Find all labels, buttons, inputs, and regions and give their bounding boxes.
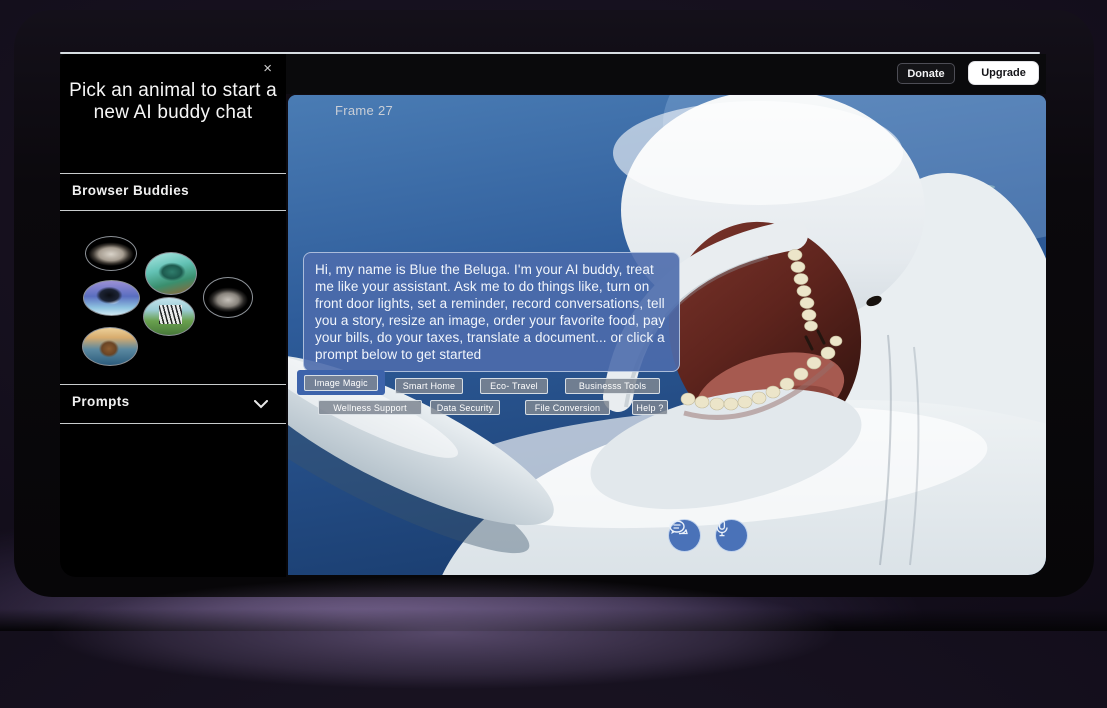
buddy-avatar-sea-turtle[interactable]: [145, 252, 197, 295]
buddy-avatar-zebra[interactable]: [143, 297, 195, 336]
divider: [60, 173, 286, 174]
close-icon[interactable]: ×: [263, 61, 272, 76]
donate-button[interactable]: Donate: [897, 63, 955, 84]
chevron-down-icon: [254, 397, 268, 412]
buddy-avatar-orca[interactable]: [83, 280, 140, 316]
sidebar-title: Pick an animal to start a new AI buddy c…: [60, 80, 286, 124]
prompt-button-image-magic[interactable]: Image Magic: [304, 375, 378, 391]
chat-stage: Frame 27 Hi, my name is Blue the Beluga.…: [288, 95, 1046, 575]
prompt-button-file-conversion[interactable]: File Conversion: [525, 400, 610, 415]
divider: [60, 423, 286, 424]
voice-input-button[interactable]: [715, 519, 748, 552]
prompts-heading-label: Prompts: [72, 394, 130, 409]
buddy-avatar-otter[interactable]: [82, 327, 138, 366]
text-chat-button[interactable]: [668, 519, 701, 552]
prompts-section-toggle[interactable]: Prompts: [72, 394, 272, 409]
assistant-message-bubble: Hi, my name is Blue the Beluga. I'm your…: [303, 252, 680, 372]
frame-label: Frame 27: [335, 103, 393, 118]
divider: [60, 210, 286, 211]
prompt-button-data-security[interactable]: Data Security: [430, 400, 500, 415]
upgrade-button[interactable]: Upgrade: [968, 61, 1039, 85]
prompt-button-help[interactable]: Help ?: [632, 400, 668, 415]
prompt-button-wellness-support[interactable]: Wellness Support: [318, 400, 422, 415]
prompt-button-eco-travel[interactable]: Eco- Travel: [480, 378, 548, 394]
prompt-button-business-tools[interactable]: Businesss Tools: [565, 378, 660, 394]
prompt-button-smart-home[interactable]: Smart Home: [395, 378, 463, 394]
buddy-picker-sidebar: × Pick an animal to start a new AI buddy…: [60, 54, 286, 577]
browser-buddies-heading: Browser Buddies: [72, 183, 189, 198]
divider: [60, 384, 286, 385]
buddy-avatar-rhino[interactable]: [203, 277, 253, 318]
buddy-avatar-beluga[interactable]: [85, 236, 137, 271]
